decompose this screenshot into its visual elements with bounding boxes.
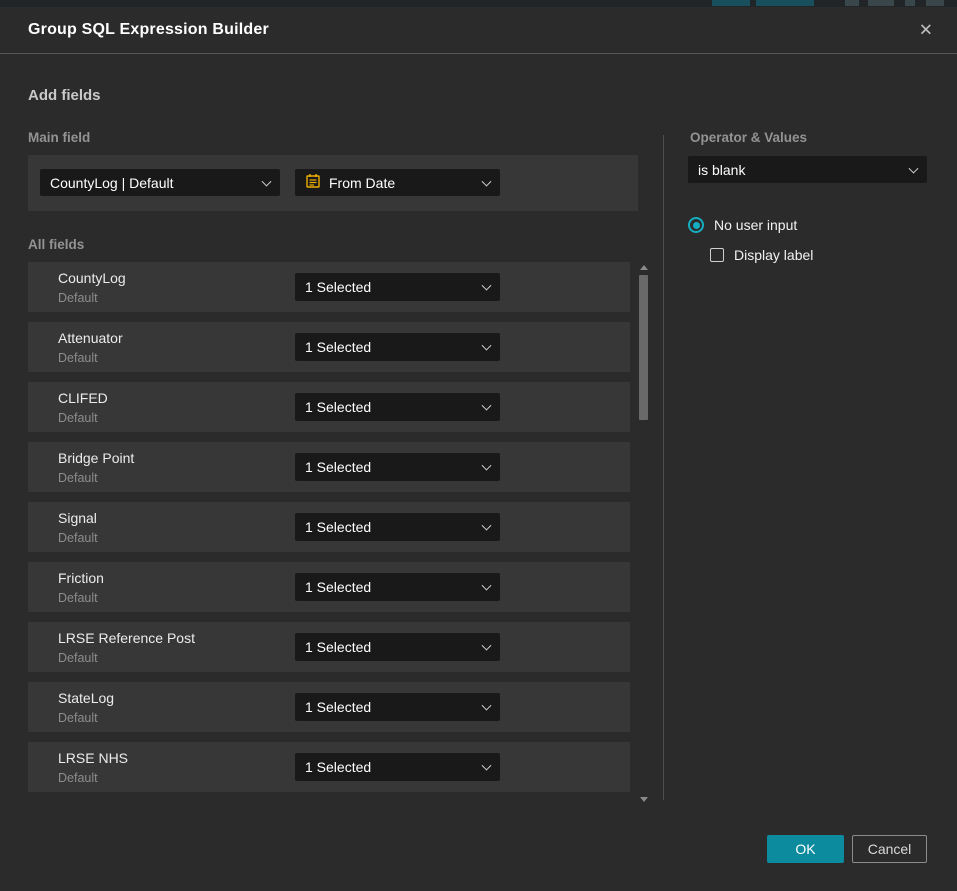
field-row: LRSE Reference Post Default 1 Selected	[28, 622, 630, 672]
field-row: StateLog Default 1 Selected	[28, 682, 630, 732]
radio-selected-icon	[688, 217, 704, 233]
background-app-remnant	[712, 0, 750, 6]
no-user-input-label: No user input	[714, 217, 797, 233]
main-field-source-select[interactable]: CountyLog | Default	[40, 169, 280, 196]
field-subtitle: Default	[58, 471, 98, 485]
field-selected-value: 1 Selected	[305, 639, 371, 655]
calendar-date-icon	[305, 173, 321, 192]
field-name: StateLog	[58, 690, 114, 706]
field-selected-value: 1 Selected	[305, 759, 371, 775]
field-name: LRSE NHS	[58, 750, 128, 766]
field-selected-value: 1 Selected	[305, 579, 371, 595]
field-selected-value: 1 Selected	[305, 279, 371, 295]
field-row: Friction Default 1 Selected	[28, 562, 630, 612]
background-app-remnant	[845, 0, 859, 6]
field-subtitle: Default	[58, 351, 98, 365]
chevron-down-icon	[482, 581, 492, 591]
field-selected-dropdown[interactable]: 1 Selected	[295, 273, 500, 301]
all-fields-list: CountyLog Default 1 Selected Attenuator …	[28, 262, 630, 802]
display-label-checkbox-row[interactable]: Display label	[710, 247, 813, 263]
main-field-field-select-value: From Date	[329, 175, 395, 191]
scrollbar-up-arrow-icon[interactable]	[640, 265, 648, 270]
cancel-button[interactable]: Cancel	[852, 835, 927, 863]
field-name: Signal	[58, 510, 97, 526]
field-subtitle: Default	[58, 591, 98, 605]
field-selected-value: 1 Selected	[305, 699, 371, 715]
field-subtitle: Default	[58, 531, 98, 545]
field-subtitle: Default	[58, 771, 98, 785]
field-selected-dropdown[interactable]: 1 Selected	[295, 573, 500, 601]
field-row: CLIFED Default 1 Selected	[28, 382, 630, 432]
field-selected-dropdown[interactable]: 1 Selected	[295, 453, 500, 481]
field-selected-dropdown[interactable]: 1 Selected	[295, 513, 500, 541]
field-row: CountyLog Default 1 Selected	[28, 262, 630, 312]
field-row: Signal Default 1 Selected	[28, 502, 630, 552]
field-name: LRSE Reference Post	[58, 630, 195, 646]
field-name: Bridge Point	[58, 450, 134, 466]
section-heading-add-fields: Add fields	[28, 87, 101, 104]
display-label-label: Display label	[734, 247, 813, 263]
field-selected-dropdown[interactable]: 1 Selected	[295, 333, 500, 361]
scrollbar-down-arrow-icon[interactable]	[640, 797, 648, 802]
main-field-source-select-value: CountyLog | Default	[50, 175, 174, 191]
close-icon[interactable]: ✕	[915, 18, 937, 43]
field-selected-value: 1 Selected	[305, 519, 371, 535]
chevron-down-icon	[482, 461, 492, 471]
chevron-down-icon	[482, 401, 492, 411]
main-field-panel: CountyLog | Default From Date	[28, 155, 638, 211]
field-selected-value: 1 Selected	[305, 459, 371, 475]
list-scrollbar[interactable]	[637, 262, 650, 805]
field-selected-dropdown[interactable]: 1 Selected	[295, 753, 500, 781]
main-field-field-select[interactable]: From Date	[295, 169, 500, 196]
operator-values-heading: Operator & Values	[690, 130, 807, 145]
all-fields-label: All fields	[28, 237, 84, 252]
dialog-title: Group SQL Expression Builder	[28, 21, 269, 39]
ok-button[interactable]: OK	[767, 835, 844, 863]
field-name: CLIFED	[58, 390, 108, 406]
field-selected-value: 1 Selected	[305, 399, 371, 415]
chevron-down-icon	[482, 641, 492, 651]
background-app-strip	[0, 0, 957, 7]
dialog-titlebar: Group SQL Expression Builder ✕	[0, 7, 957, 54]
field-selected-dropdown[interactable]: 1 Selected	[295, 693, 500, 721]
operator-select[interactable]: is blank	[688, 156, 927, 183]
main-field-label: Main field	[28, 130, 90, 145]
background-app-remnant	[926, 0, 944, 6]
chevron-down-icon	[262, 176, 272, 186]
chevron-down-icon	[482, 176, 492, 186]
background-app-remnant	[756, 0, 814, 6]
field-selected-value: 1 Selected	[305, 339, 371, 355]
column-divider	[663, 135, 664, 800]
field-name: CountyLog	[58, 270, 126, 286]
field-subtitle: Default	[58, 711, 98, 725]
field-selected-dropdown[interactable]: 1 Selected	[295, 633, 500, 661]
field-row: Bridge Point Default 1 Selected	[28, 442, 630, 492]
field-row: Attenuator Default 1 Selected	[28, 322, 630, 372]
background-app-remnant	[868, 0, 894, 6]
field-subtitle: Default	[58, 291, 98, 305]
chevron-down-icon	[482, 281, 492, 291]
field-subtitle: Default	[58, 411, 98, 425]
field-row: LRSE NHS Default 1 Selected	[28, 742, 630, 792]
chevron-down-icon	[482, 521, 492, 531]
scrollbar-thumb[interactable]	[639, 275, 648, 420]
no-user-input-radio[interactable]: No user input	[688, 217, 797, 233]
chevron-down-icon	[909, 163, 919, 173]
checkbox-unchecked-icon[interactable]	[710, 248, 724, 262]
background-app-remnant	[905, 0, 915, 6]
operator-select-value: is blank	[698, 162, 745, 178]
chevron-down-icon	[482, 761, 492, 771]
field-name: Attenuator	[58, 330, 123, 346]
field-subtitle: Default	[58, 651, 98, 665]
field-name: Friction	[58, 570, 104, 586]
field-selected-dropdown[interactable]: 1 Selected	[295, 393, 500, 421]
chevron-down-icon	[482, 701, 492, 711]
chevron-down-icon	[482, 341, 492, 351]
